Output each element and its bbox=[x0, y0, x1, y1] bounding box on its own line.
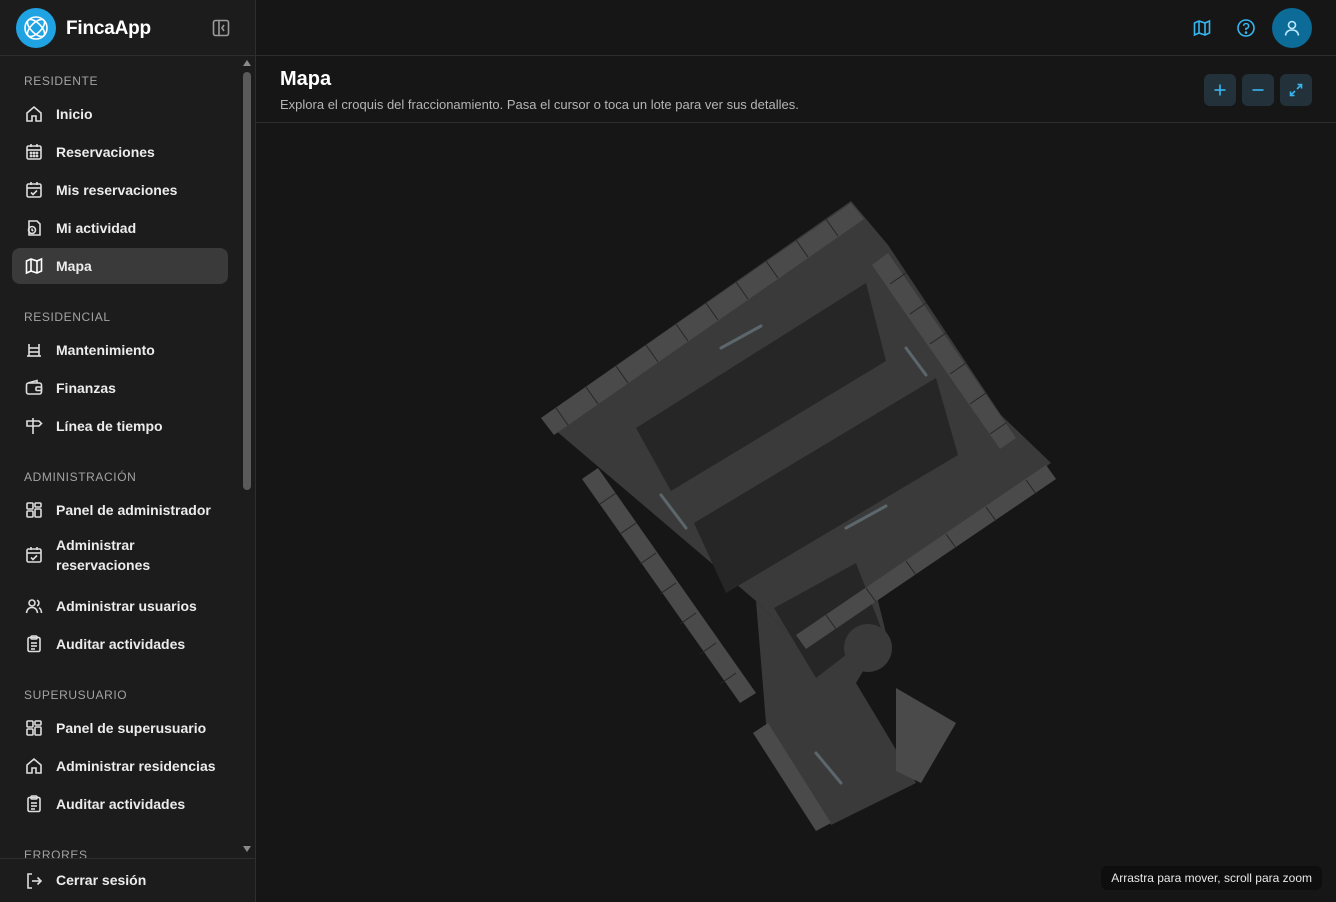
brand-logo-icon[interactable] bbox=[16, 8, 56, 48]
page-subtitle: Explora el croquis del fraccionamiento. … bbox=[280, 97, 799, 112]
brand-name: FincaApp bbox=[66, 18, 151, 39]
sidebar-item-inicio[interactable]: Inicio bbox=[12, 96, 228, 132]
page-header: Mapa Explora el croquis del fraccionamie… bbox=[256, 56, 1336, 123]
sidebar-item-mis-reservaciones[interactable]: Mis reservaciones bbox=[12, 172, 228, 208]
sidebar-item-finanzas[interactable]: Finanzas bbox=[12, 370, 228, 406]
dashboard-icon bbox=[24, 718, 44, 738]
sidebar-scrollbar[interactable] bbox=[240, 56, 254, 858]
clipboard-icon bbox=[24, 794, 44, 814]
scroll-down-arrow-icon[interactable] bbox=[243, 846, 251, 852]
signpost-icon bbox=[24, 416, 44, 436]
sidebar-nav: RESIDENTE Inicio Reservaciones Mis reser… bbox=[0, 56, 240, 858]
section-title-errores: ERRORES bbox=[24, 848, 88, 858]
sidebar-item-mantenimiento[interactable]: Mantenimiento bbox=[12, 332, 228, 368]
subdivision-map[interactable] bbox=[256, 123, 1336, 902]
sidebar-item-label: Finanzas bbox=[56, 380, 116, 396]
sidebar-item-label: Administrar usuarios bbox=[56, 598, 197, 614]
sidebar-item-administrar-reservaciones[interactable]: Administrar reservaciones bbox=[12, 530, 228, 580]
section-title-residencial: RESIDENCIAL bbox=[24, 310, 111, 324]
map-canvas[interactable]: Arrastra para mover, scroll para zoom bbox=[256, 123, 1336, 902]
page-title: Mapa bbox=[280, 68, 332, 90]
sidebar-item-auditar-actividades-super[interactable]: Auditar actividades bbox=[12, 786, 228, 822]
plus-icon bbox=[1214, 84, 1226, 96]
map-road-area bbox=[541, 201, 1051, 641]
clipboard-icon bbox=[24, 634, 44, 654]
sidebar-item-label: Panel de administrador bbox=[56, 502, 211, 518]
fullscreen-button[interactable] bbox=[1280, 74, 1312, 106]
maintenance-icon bbox=[24, 340, 44, 360]
brand-header: FincaApp bbox=[0, 0, 256, 56]
sidebar-item-auditar-actividades[interactable]: Auditar actividades bbox=[12, 626, 228, 662]
sidebar-item-label: Mis reservaciones bbox=[56, 182, 178, 198]
avatar[interactable] bbox=[1272, 8, 1312, 48]
calendar-icon bbox=[24, 142, 44, 162]
users-icon bbox=[24, 596, 44, 616]
logout-icon bbox=[24, 871, 44, 891]
logout-label: Cerrar sesión bbox=[56, 872, 147, 888]
zoom-in-button[interactable] bbox=[1204, 74, 1236, 106]
sidebar-item-panel-superusuario[interactable]: Panel de superusuario bbox=[12, 710, 228, 746]
logout-button[interactable]: Cerrar sesión bbox=[0, 858, 256, 902]
sidebar-item-label: Panel de superusuario bbox=[56, 720, 207, 736]
sidebar-item-administrar-usuarios[interactable]: Administrar usuarios bbox=[12, 588, 228, 624]
expand-icon bbox=[1289, 83, 1303, 97]
calendar-check-icon bbox=[24, 180, 44, 200]
sidebar-item-mi-actividad[interactable]: Mi actividad bbox=[12, 210, 228, 246]
sidebar-item-label: Línea de tiempo bbox=[56, 418, 163, 434]
sidebar-item-label: Mi actividad bbox=[56, 220, 137, 236]
sidebar-item-mapa[interactable]: Mapa bbox=[12, 248, 228, 284]
sidebar-item-label: Mantenimiento bbox=[56, 342, 155, 358]
dashboard-icon bbox=[24, 500, 44, 520]
sidebar-item-label: Auditar actividades bbox=[56, 636, 186, 652]
map-icon bbox=[24, 256, 44, 276]
sidebar-collapse-icon[interactable] bbox=[210, 17, 232, 39]
sidebar-item-reservaciones[interactable]: Reservaciones bbox=[12, 134, 228, 170]
zoom-out-button[interactable] bbox=[1242, 74, 1274, 106]
sidebar-item-label: Reservaciones bbox=[56, 144, 155, 160]
sidebar-item-administrar-residencias[interactable]: Administrar residencias bbox=[12, 748, 228, 784]
section-title-superusuario: SUPERUSUARIO bbox=[24, 688, 128, 702]
help-icon[interactable] bbox=[1234, 16, 1258, 40]
sidebar-item-label: Administrar reservaciones bbox=[56, 537, 151, 573]
sidebar-item-label: Inicio bbox=[56, 106, 93, 122]
home-icon bbox=[24, 104, 44, 124]
scroll-thumb[interactable] bbox=[243, 72, 251, 490]
sidebar-item-panel-administrador[interactable]: Panel de administrador bbox=[12, 492, 228, 528]
map-icon[interactable] bbox=[1190, 16, 1214, 40]
subdivision-sketch bbox=[541, 201, 1056, 831]
calendar-check-icon bbox=[24, 545, 44, 565]
user-icon bbox=[1284, 20, 1300, 36]
sidebar: FincaApp RESIDENTE Inicio Reservaciones bbox=[0, 0, 256, 902]
activity-icon bbox=[24, 218, 44, 238]
wallet-icon bbox=[24, 378, 44, 398]
top-bar bbox=[256, 0, 1336, 56]
sidebar-item-label: Administrar residencias bbox=[56, 758, 216, 774]
sidebar-item-label: Auditar actividades bbox=[56, 796, 186, 812]
sidebar-item-linea-de-tiempo[interactable]: Línea de tiempo bbox=[12, 408, 228, 444]
minus-icon bbox=[1252, 89, 1264, 91]
section-title-residente: RESIDENTE bbox=[24, 74, 99, 88]
map-cul-de-sac bbox=[844, 624, 892, 672]
map-hint: Arrastra para mover, scroll para zoom bbox=[1101, 866, 1322, 890]
app-root: FincaApp RESIDENTE Inicio Reservaciones bbox=[0, 0, 1336, 902]
sidebar-item-label: Mapa bbox=[56, 258, 92, 274]
home-icon bbox=[24, 756, 44, 776]
section-title-administracion: ADMINISTRACIÓN bbox=[24, 470, 137, 484]
scroll-up-arrow-icon[interactable] bbox=[243, 60, 251, 66]
